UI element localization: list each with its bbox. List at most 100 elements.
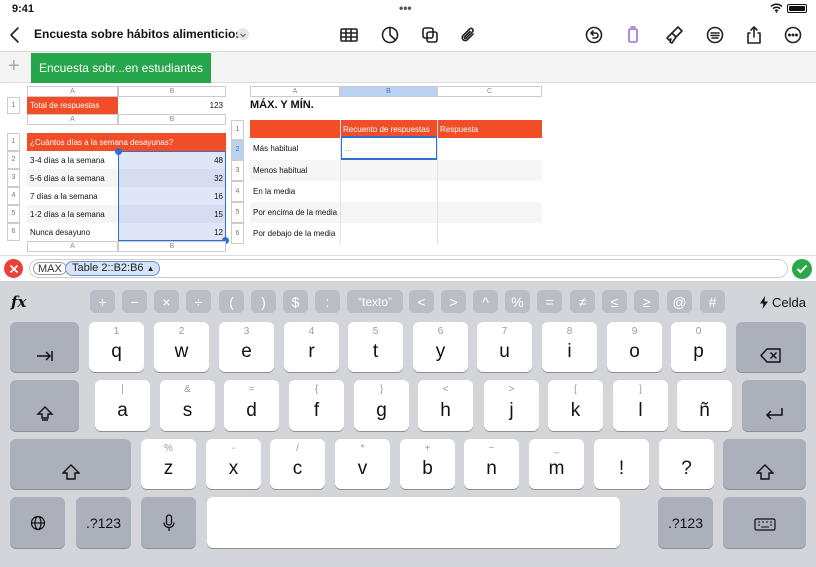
key-v[interactable]: * v: [335, 439, 390, 489]
maxmin-active-cell[interactable]: ...: [340, 136, 438, 160]
key-w[interactable]: 2w: [154, 322, 209, 372]
table-q-row-1[interactable]: 1: [7, 133, 20, 151]
cancel-formula-icon[interactable]: [4, 259, 23, 278]
maxmin-row-1[interactable]: 1: [231, 120, 244, 140]
space-key[interactable]: [207, 497, 620, 548]
key-l[interactable]: ] l: [613, 380, 668, 431]
maxmin-row-4[interactable]: 4: [231, 181, 244, 202]
maxmin-row-2[interactable]: 2: [231, 140, 244, 160]
shift-right-key[interactable]: [723, 439, 806, 489]
key-e[interactable]: 3e: [219, 322, 274, 372]
return-key[interactable]: [742, 380, 806, 431]
key-r[interactable]: 4r: [284, 322, 339, 372]
caps-lock-key[interactable]: [10, 380, 79, 431]
maxmin-label-cell[interactable]: Más habitual: [250, 138, 340, 159]
share-icon[interactable]: [742, 23, 766, 47]
question-header-cell[interactable]: ¿Cuántos días a la semana desayunas?: [27, 133, 226, 151]
key-i[interactable]: 8i: [542, 322, 597, 372]
key-exclamation[interactable]: !: [594, 439, 649, 489]
fkey-times[interactable]: ×: [154, 290, 179, 313]
key-p[interactable]: 0p: [671, 322, 726, 372]
more-options-icon[interactable]: [781, 23, 805, 47]
paintbrush-icon[interactable]: [662, 23, 686, 47]
key-m[interactable]: _ m: [529, 439, 584, 489]
question-label-cell[interactable]: 5-6 días a la semana: [27, 169, 118, 187]
maxmin-header-answer[interactable]: Respuesta: [437, 120, 542, 138]
add-sheet-button[interactable]: +: [8, 56, 20, 76]
maxmin-label-cell[interactable]: Por debajo de la media: [250, 223, 542, 244]
shift-left-key[interactable]: [10, 439, 131, 489]
table-q-row-3[interactable]: 3: [7, 169, 20, 187]
attachment-icon[interactable]: [456, 23, 480, 47]
key-c[interactable]: / c: [270, 439, 325, 489]
key-n-tilde[interactable]: ñ: [677, 380, 732, 431]
table-total-col-b[interactable]: B: [118, 86, 226, 97]
table-q-row-2[interactable]: 2: [7, 151, 20, 169]
key-j[interactable]: > j: [484, 380, 539, 431]
accept-formula-icon[interactable]: [792, 259, 812, 279]
maxmin-label-cell[interactable]: Por encima de la media: [250, 202, 542, 223]
key-y[interactable]: 6y: [413, 322, 468, 372]
fkey-less[interactable]: <: [409, 290, 434, 313]
maxmin-col-c[interactable]: C: [437, 86, 542, 97]
table-total-row-1[interactable]: 1: [7, 97, 20, 114]
hide-keyboard-key[interactable]: [723, 497, 806, 548]
key-s[interactable]: & s: [160, 380, 215, 431]
key-question[interactable]: ?: [659, 439, 714, 489]
format-brush-icon[interactable]: [621, 23, 645, 47]
cell-reference-button[interactable]: Celda: [759, 295, 806, 310]
title-chevron-down-icon[interactable]: [237, 28, 249, 40]
fkey-not-equal[interactable]: ≠: [570, 290, 595, 313]
spreadsheet-canvas[interactable]: A B 1 Total de respuestas 123 A B 1 ¿Cuá…: [0, 83, 816, 255]
key-a[interactable]: | a: [95, 380, 150, 431]
fkey-hash[interactable]: #: [700, 290, 725, 313]
key-x[interactable]: -x: [206, 439, 261, 489]
collaborate-icon[interactable]: [703, 23, 727, 47]
dictation-key[interactable]: [141, 497, 196, 548]
table-icon[interactable]: [337, 23, 361, 47]
key-g[interactable]: } g: [354, 380, 409, 431]
table-total-col-a[interactable]: A: [27, 86, 118, 97]
key-u[interactable]: 7u: [477, 322, 532, 372]
fkey-text[interactable]: “texto”: [347, 290, 403, 313]
fkey-caret[interactable]: ^: [473, 290, 498, 313]
fkey-percent[interactable]: %: [505, 290, 530, 313]
maxmin-label-cell[interactable]: En la media: [250, 181, 542, 202]
document-title[interactable]: Encuesta sobre hábitos alimenticios: [34, 27, 242, 41]
formula-function-token[interactable]: MAX: [33, 262, 67, 275]
maxmin-header-corner[interactable]: [250, 120, 340, 138]
fkey-greater-equal[interactable]: ≥: [634, 290, 659, 313]
table-q-row-6[interactable]: 6: [7, 223, 20, 241]
table-total-footer-col-b[interactable]: B: [118, 114, 226, 125]
triangle-up-icon[interactable]: ▲: [147, 264, 155, 273]
undo-icon[interactable]: [582, 23, 606, 47]
fkey-dollar[interactable]: $: [283, 290, 308, 313]
delete-key[interactable]: [736, 322, 806, 372]
total-label-cell[interactable]: Total de respuestas: [27, 97, 118, 114]
shapes-icon[interactable]: [418, 23, 442, 47]
maxmin-col-a[interactable]: A: [250, 86, 340, 97]
table-q-footer-col-b[interactable]: B: [118, 241, 226, 252]
numbers-key-left[interactable]: .?123: [76, 497, 131, 548]
globe-key[interactable]: [10, 497, 65, 548]
question-label-cell[interactable]: Nunca desayuno: [27, 223, 118, 241]
maxmin-row-3[interactable]: 3: [231, 160, 244, 181]
fkey-less-equal[interactable]: ≤: [602, 290, 627, 313]
multitask-dots-icon[interactable]: •••: [399, 1, 412, 15]
fkey-plus[interactable]: +: [90, 290, 115, 313]
fkey-divide[interactable]: ÷: [186, 290, 211, 313]
key-h[interactable]: < h: [418, 380, 473, 431]
formula-range-token[interactable]: Table 2::B2:B6 ▲: [65, 261, 160, 276]
question-label-cell[interactable]: 3-4 días a la semana: [27, 151, 118, 169]
maxmin-title[interactable]: MÁX. Y MÍN.: [250, 99, 314, 111]
key-z[interactable]: % z: [141, 439, 196, 489]
key-n[interactable]: ~ n: [464, 439, 519, 489]
table-q-footer-col-a[interactable]: A: [27, 241, 118, 252]
sheet-tab-active[interactable]: Encuesta sobr...en estudiantes: [31, 53, 211, 83]
tab-key[interactable]: [10, 322, 79, 372]
fkey-open-paren[interactable]: (: [219, 290, 244, 313]
table-total-footer-col-a[interactable]: A: [27, 114, 118, 125]
maxmin-row-5[interactable]: 5: [231, 202, 244, 223]
formula-input[interactable]: MAX Table 2::B2:B6 ▲: [29, 259, 788, 278]
key-k[interactable]: [k: [548, 380, 603, 431]
